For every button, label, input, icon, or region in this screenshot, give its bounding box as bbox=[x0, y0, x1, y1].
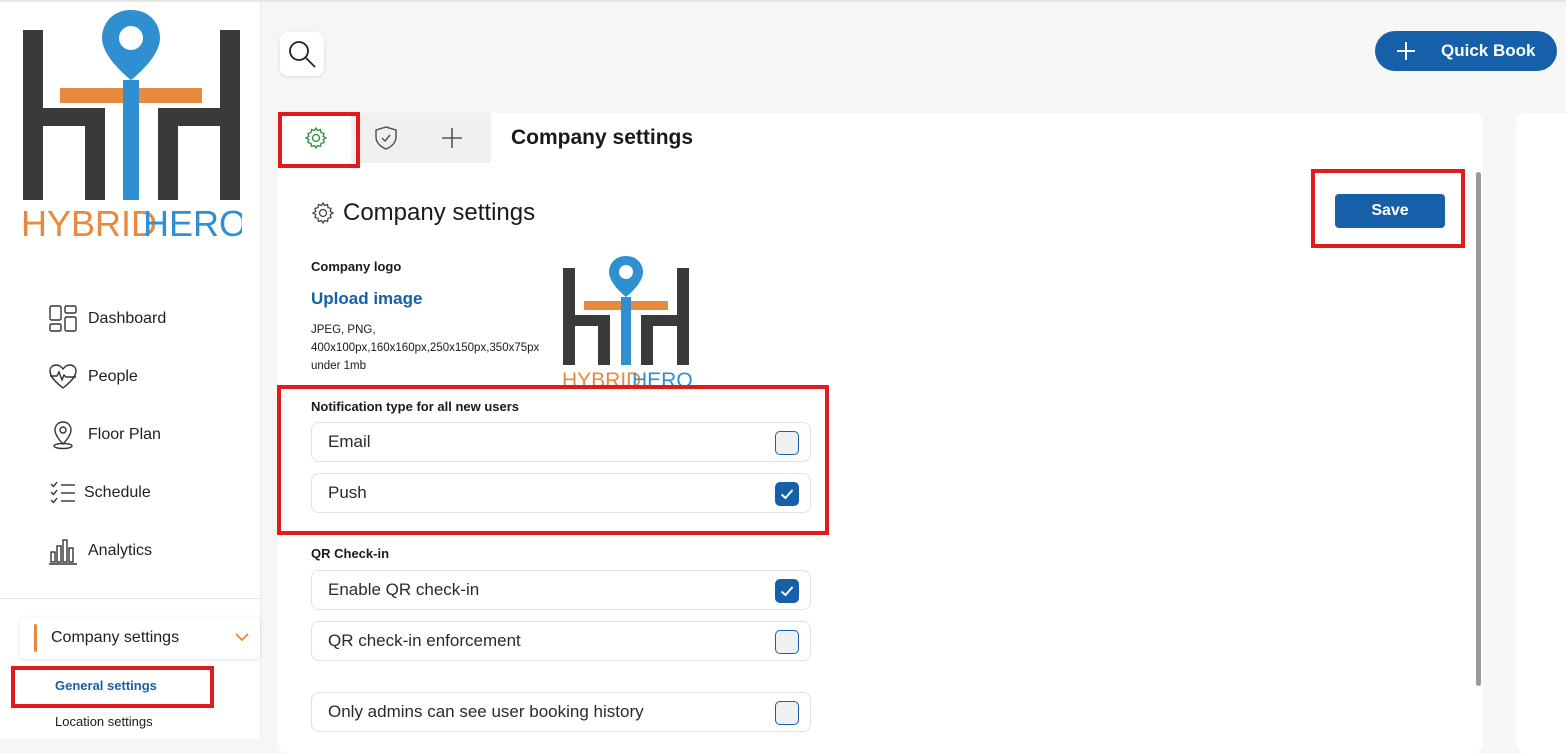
qr-enable-label: Enable QR check-in bbox=[328, 580, 480, 599]
qr-enforcement-label: QR check-in enforcement bbox=[328, 631, 521, 650]
nav-schedule-label: Schedule bbox=[84, 484, 151, 501]
highlight-box-notification bbox=[277, 385, 829, 535]
hybridhero-logo[interactable]: HYBRID HERO bbox=[20, 8, 247, 244]
tab-security[interactable] bbox=[351, 113, 421, 163]
svg-text:HERO: HERO bbox=[632, 369, 692, 385]
hybridhero-logo-icon: HYBRID HERO bbox=[21, 10, 247, 244]
highlight-box-save bbox=[1311, 169, 1465, 248]
map-pin-icon bbox=[53, 421, 73, 450]
nav-analytics-label: Analytics bbox=[88, 542, 153, 559]
search-button[interactable] bbox=[280, 32, 324, 76]
upload-image-link[interactable]: Upload image bbox=[311, 289, 422, 309]
svg-text:HYBRID: HYBRID bbox=[562, 369, 641, 385]
quick-book-button[interactable]: Quick Book bbox=[1375, 31, 1557, 71]
scrollbar-thumb[interactable] bbox=[1476, 172, 1481, 686]
bar-chart-icon bbox=[49, 539, 77, 565]
nav-schedule[interactable]: Schedule bbox=[48, 478, 151, 508]
company-logo-label: Company logo bbox=[311, 259, 402, 274]
qr-enforcement-checkbox[interactable] bbox=[775, 630, 799, 654]
qr-enable-checkbox[interactable] bbox=[775, 579, 799, 603]
tab-add[interactable] bbox=[417, 113, 487, 163]
nav-analytics[interactable]: Analytics bbox=[48, 536, 152, 566]
chevron-down-icon bbox=[235, 633, 249, 642]
sidebar-sub-location-settings[interactable]: Location settings bbox=[55, 714, 153, 729]
search-icon bbox=[289, 41, 316, 68]
sidebar-divider bbox=[0, 598, 260, 599]
svg-text:HYBRID: HYBRID bbox=[21, 203, 157, 243]
nav-dashboard[interactable]: Dashboard bbox=[48, 304, 166, 334]
format-line-1: JPEG, PNG, bbox=[311, 324, 376, 336]
checklist-icon bbox=[50, 481, 75, 504]
format-line-2: 400x100px,160x160px,250x150px,350x75px bbox=[311, 342, 540, 354]
plus-icon bbox=[442, 128, 462, 148]
shield-check-icon bbox=[375, 126, 397, 150]
booking-history-row[interactable]: Only admins can see user booking history bbox=[311, 692, 811, 732]
section-title: Company settings bbox=[311, 199, 535, 227]
active-indicator bbox=[34, 624, 37, 652]
nav-people-label: People bbox=[88, 368, 138, 385]
section-title-text: Company settings bbox=[343, 199, 536, 226]
svg-text:HERO: HERO bbox=[143, 203, 242, 243]
dashboard-icon bbox=[49, 305, 77, 332]
checkmark-icon bbox=[780, 586, 794, 597]
nav-floor-plan[interactable]: Floor Plan bbox=[48, 420, 161, 450]
company-logo-image: HYBRID HERO bbox=[562, 256, 692, 385]
heart-pulse-icon bbox=[49, 364, 77, 389]
qr-enable-row[interactable]: Enable QR check-in bbox=[311, 570, 811, 610]
qr-checkin-label: QR Check-in bbox=[311, 546, 390, 561]
qr-enforcement-row[interactable]: QR check-in enforcement bbox=[311, 621, 811, 661]
format-line-3: under 1mb bbox=[311, 360, 366, 372]
nav-floor-plan-label: Floor Plan bbox=[88, 426, 161, 443]
panel-heading: Company settings bbox=[511, 126, 694, 149]
gear-icon bbox=[311, 201, 335, 225]
highlight-box-settings-tab bbox=[278, 112, 360, 168]
plus-icon bbox=[1397, 42, 1415, 60]
highlight-box-general-settings bbox=[11, 666, 214, 708]
logo-format-hint: JPEG, PNG, 400x100px,160x160px,250x150px… bbox=[311, 321, 571, 375]
company-logo-preview: HYBRID HERO bbox=[560, 255, 692, 385]
nav-dashboard-label: Dashboard bbox=[88, 310, 167, 327]
booking-history-label: Only admins can see user booking history bbox=[328, 702, 644, 721]
booking-history-checkbox[interactable] bbox=[775, 701, 799, 725]
quick-book-label: Quick Book bbox=[1441, 41, 1536, 60]
sidebar-group-company-settings[interactable]: Company settings bbox=[20, 617, 260, 659]
right-panel bbox=[1516, 113, 1566, 753]
group-label: Company settings bbox=[51, 629, 180, 646]
nav-people[interactable]: People bbox=[48, 362, 138, 392]
